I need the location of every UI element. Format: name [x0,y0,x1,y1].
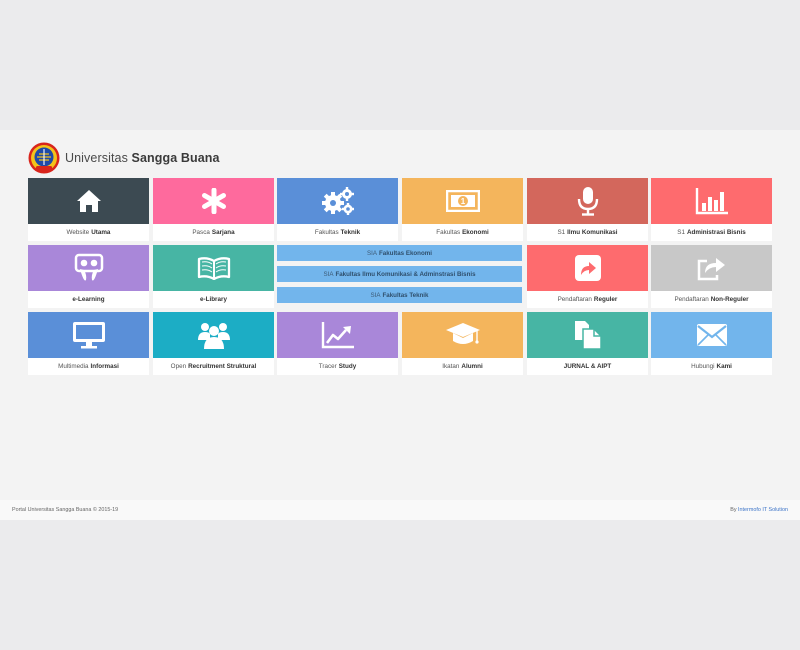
tile-caption: Fakultas Ekonomi [436,229,489,236]
home-icon [76,190,101,212]
tile-website-utama[interactable]: Website Utama [28,178,149,241]
tile-caption: e-Library [200,296,227,303]
tile-banner [651,178,772,224]
gears-icon [321,187,354,215]
graduation-cap-icon [445,323,480,344]
line-chart-icon [321,322,354,349]
desktop-icon [72,322,105,349]
copyright-text: Portal Universitas Sangga Buana © 2015-1… [12,507,119,513]
sia-fakultas-ekonomi-link[interactable]: SIA Fakultas Ekonomi [277,245,522,261]
sia-fakultas-teknik-link[interactable]: SIA Fakultas Teknik [277,287,522,303]
tile-pendaftaran-reguler[interactable]: Pendaftaran Reguler [527,245,648,308]
slideshare-icon [74,253,103,281]
tile-e-library[interactable]: e-Library [153,245,274,308]
tile-caption: S1 Administrasi Bisnis [677,229,746,236]
tile-banner [28,245,149,291]
tile-fakultas-teknik[interactable]: Fakultas Teknik [277,178,398,241]
tile-banner [527,178,648,224]
tile-caption: Website Utama [66,229,111,236]
tile-ikatan-alumni[interactable]: Ikatan Alumni [402,312,523,375]
tile-banner [651,312,772,358]
tile-open-recruitment[interactable]: Open Recruitment Struktural [153,312,274,375]
files-icon [574,321,602,350]
brand-prefix: Universitas [65,151,128,165]
company-link[interactable]: Intermofo IT Solution [738,507,788,513]
tile-banner [527,312,648,358]
tile-banner [277,312,398,358]
tile-pendaftaran-non-reguler[interactable]: Pendaftaran Non-Reguler [651,245,772,308]
tile-s1-ilmu-komunikasi[interactable]: S1 Ilmu Komunikasi [527,178,648,241]
share-outline-icon [697,258,725,281]
tile-caption: S1 Ilmu Komunikasi [557,229,618,236]
tile-caption: Open Recruitment Struktural [170,363,257,370]
tile-e-learning[interactable]: e-Learning [28,245,149,308]
tile-hubungi-kami[interactable]: Hubungi Kami [651,312,772,375]
money-icon: 1 [445,190,480,212]
tile-banner [277,178,398,224]
tile-pasca-sarjana[interactable]: Pasca Sarjana [153,178,274,241]
portal-page: Universitas Sangga Buana Website Utama Pa… [0,130,800,520]
tile-caption: Pendaftaran Non-Reguler [674,296,749,303]
tile-fakultas-ekonomi[interactable]: 1 Fakultas Ekonomi [402,178,523,241]
tile-caption: e-Learning [72,296,105,303]
tile-banner [28,178,149,224]
header: Universitas Sangga Buana [28,142,220,174]
share-square-icon [574,255,601,281]
brand-bold: Sangga Buana [131,151,220,165]
tile-caption: JURNAL & AIPT [563,363,612,370]
tile-caption: Hubungi Kami [691,363,732,370]
book-icon [197,257,230,280]
tile-tracer-study[interactable]: Tracer Study [277,312,398,375]
footer: Portal Universitas Sangga Buana © 2015-1… [0,500,800,520]
bar-chart-icon [695,188,728,215]
tile-s1-administrasi-bisnis[interactable]: S1 Administrasi Bisnis [651,178,772,241]
tile-caption: Tracer Study [318,363,357,370]
tile-banner [651,245,772,291]
tile-caption: Pendaftaran Reguler [557,296,618,303]
microphone-icon [577,187,598,216]
tile-banner [153,312,274,358]
tile-caption: Pasca Sarjana [192,229,235,236]
credit-text: By Intermofo IT Solution [730,507,788,513]
university-logo[interactable] [28,142,60,174]
asterisk-icon [201,188,226,214]
brand-title: Universitas Sangga Buana [65,151,220,165]
tile-banner [153,178,274,224]
users-icon [197,323,230,349]
tile-caption: Fakultas Teknik [314,229,361,236]
tile-banner [153,245,274,291]
sia-fakultas-ilmu-komunikasi-link[interactable]: SIA Fakultas Ilmu Komunikasi & Adminstras… [277,266,522,282]
tile-caption: Multimedia Informasi [58,363,119,370]
tile-banner [28,312,149,358]
svg-text:1: 1 [460,197,465,206]
envelope-icon [696,324,727,346]
tile-caption: Ikatan Alumni [442,363,483,370]
tile-banner [402,312,523,358]
tile-banner: 1 [402,178,523,224]
tile-banner [527,245,648,291]
tile-jurnal-aipt[interactable]: JURNAL & AIPT [527,312,648,375]
tile-multimedia-informasi[interactable]: Multimedia Informasi [28,312,149,375]
